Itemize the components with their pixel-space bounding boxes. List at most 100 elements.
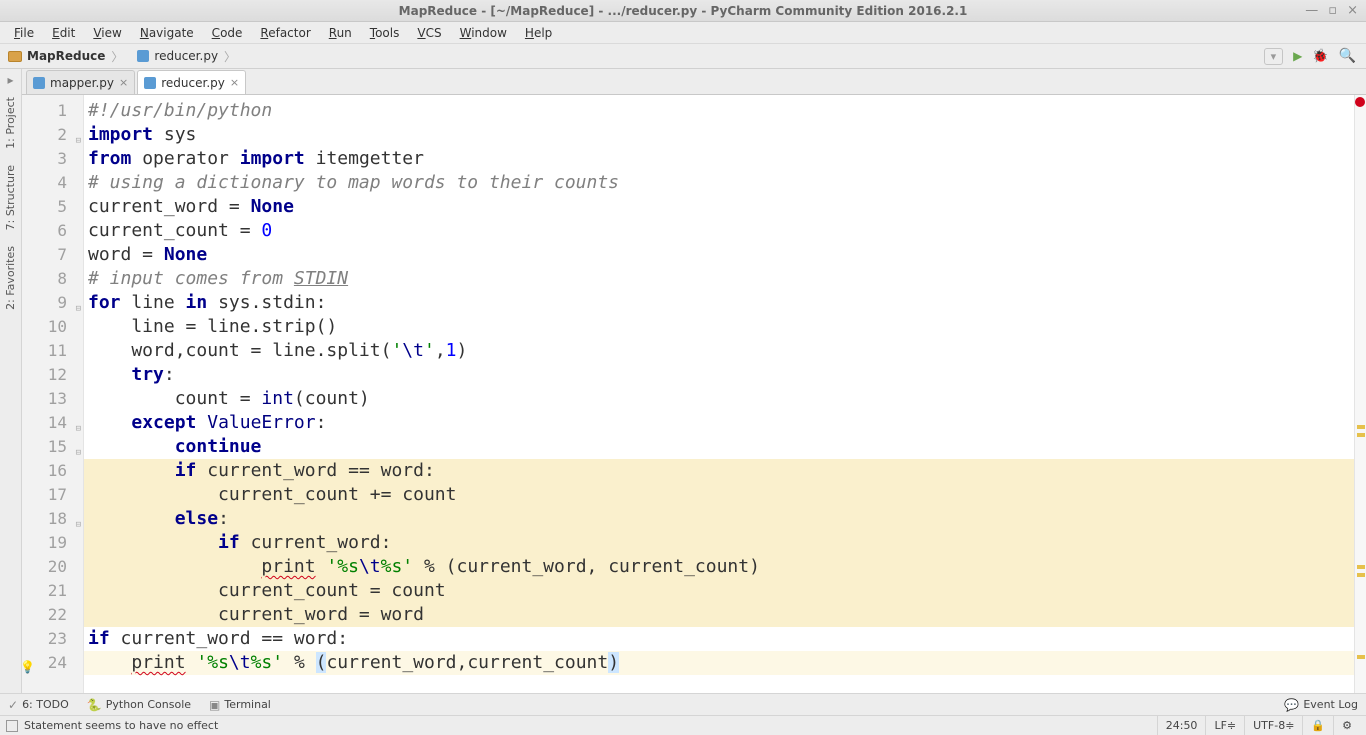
error-stripe[interactable] xyxy=(1354,95,1366,693)
line-number[interactable]: 6 xyxy=(22,219,83,243)
code-line[interactable]: print '%s\t%s' % (current_word,current_c… xyxy=(84,651,1366,675)
line-number[interactable]: 7 xyxy=(22,243,83,267)
warning-marker[interactable] xyxy=(1357,433,1365,437)
code-line[interactable]: current_word = word xyxy=(84,603,1366,627)
code-line[interactable]: word,count = line.split('\t',1) xyxy=(84,339,1366,363)
menu-navigate[interactable]: Navigate xyxy=(132,24,202,42)
line-number[interactable]: 24💡 xyxy=(22,651,83,675)
code-line[interactable]: current_count = 0 xyxy=(84,219,1366,243)
code-line[interactable]: else: xyxy=(84,507,1366,531)
breadcrumb-item[interactable]: reducer.py xyxy=(129,44,242,68)
line-number[interactable]: 3 xyxy=(22,147,83,171)
line-number[interactable]: 11 xyxy=(22,339,83,363)
code-line[interactable]: try: xyxy=(84,363,1366,387)
code-line[interactable]: from operator import itemgetter xyxy=(84,147,1366,171)
line-number[interactable]: 4 xyxy=(22,171,83,195)
settings-icon[interactable]: ⚙ xyxy=(1333,716,1360,735)
editor-tab[interactable]: reducer.py× xyxy=(137,70,246,94)
line-number[interactable]: 20 xyxy=(22,555,83,579)
code-line[interactable]: word = None xyxy=(84,243,1366,267)
run-icon[interactable]: ▶ xyxy=(1293,49,1302,63)
code-line[interactable]: count = int(count) xyxy=(84,387,1366,411)
menu-window[interactable]: Window xyxy=(452,24,515,42)
run-toolbar: ▾ ▶ 🐞 🔍 xyxy=(1264,48,1366,65)
line-number[interactable]: 16 xyxy=(22,459,83,483)
code-line[interactable]: # using a dictionary to map words to the… xyxy=(84,171,1366,195)
editor-tab[interactable]: mapper.py× xyxy=(26,70,135,94)
tool-window-favorites[interactable]: 2: Favorites xyxy=(4,240,17,316)
code-line[interactable]: current_word = None xyxy=(84,195,1366,219)
status-icon[interactable] xyxy=(6,720,18,732)
line-number[interactable]: 18⊟ xyxy=(22,507,83,531)
menu-vcs[interactable]: VCS xyxy=(409,24,449,42)
close-tab-icon[interactable]: × xyxy=(230,76,239,89)
line-number[interactable]: 21 xyxy=(22,579,83,603)
warning-marker[interactable] xyxy=(1357,565,1365,569)
close-tab-icon[interactable]: × xyxy=(119,76,128,89)
tool-todo[interactable]: ✓6: TODO xyxy=(8,698,69,712)
line-number[interactable]: 19 xyxy=(22,531,83,555)
code-line[interactable]: # input comes from STDIN xyxy=(84,267,1366,291)
menu-edit[interactable]: Edit xyxy=(44,24,83,42)
code-line[interactable]: import sys xyxy=(84,123,1366,147)
lock-icon[interactable]: 🔒 xyxy=(1302,716,1333,735)
search-icon[interactable]: 🔍 xyxy=(1339,48,1356,64)
collapse-icon[interactable]: ▸ xyxy=(7,73,13,87)
line-number[interactable]: 14⊟ xyxy=(22,411,83,435)
menu-tools[interactable]: Tools xyxy=(362,24,408,42)
line-number[interactable]: 15⊟ xyxy=(22,435,83,459)
menu-run[interactable]: Run xyxy=(321,24,360,42)
code-line[interactable]: if current_word == word: xyxy=(84,459,1366,483)
run-config-dropdown[interactable]: ▾ xyxy=(1264,48,1284,65)
python-file-icon xyxy=(144,77,156,89)
code-line[interactable]: for line in sys.stdin: xyxy=(84,291,1366,315)
close-icon[interactable]: × xyxy=(1347,3,1358,18)
line-number[interactable]: 10 xyxy=(22,315,83,339)
line-number[interactable]: 5 xyxy=(22,195,83,219)
menu-refactor[interactable]: Refactor xyxy=(252,24,318,42)
warning-marker[interactable] xyxy=(1357,425,1365,429)
breadcrumb-item[interactable]: MapReduce xyxy=(0,44,129,68)
code-line[interactable]: line = line.strip() xyxy=(84,315,1366,339)
status-message: Statement seems to have no effect xyxy=(24,719,218,732)
left-tool-strip: ▸ 1: Project 7: Structure 2: Favorites xyxy=(0,69,22,693)
caret-position[interactable]: 24:50 xyxy=(1157,716,1206,735)
line-separator[interactable]: LF≑ xyxy=(1205,716,1244,735)
tool-pythonconsole[interactable]: 🐍Python Console xyxy=(87,698,191,712)
line-number[interactable]: 8 xyxy=(22,267,83,291)
line-number[interactable]: 23 xyxy=(22,627,83,651)
line-number[interactable]: 13 xyxy=(22,387,83,411)
tool-terminal[interactable]: ▣Terminal xyxy=(209,698,271,712)
code-line[interactable]: if current_word == word: xyxy=(84,627,1366,651)
code-line[interactable]: #!/usr/bin/python xyxy=(84,99,1366,123)
code-line[interactable]: current_count += count xyxy=(84,483,1366,507)
error-marker[interactable] xyxy=(1355,97,1365,107)
tool-window-structure[interactable]: 7: Structure xyxy=(4,159,17,236)
file-encoding[interactable]: UTF-8≑ xyxy=(1244,716,1302,735)
menu-code[interactable]: Code xyxy=(204,24,251,42)
menu-help[interactable]: Help xyxy=(517,24,560,42)
maximize-icon[interactable]: ▫ xyxy=(1328,3,1337,18)
minimize-icon[interactable]: — xyxy=(1305,3,1318,18)
debug-icon[interactable]: 🐞 xyxy=(1312,49,1328,64)
menu-view[interactable]: View xyxy=(85,24,129,42)
window-controls: — ▫ × xyxy=(1305,3,1358,18)
warning-marker[interactable] xyxy=(1357,573,1365,577)
code-line[interactable]: except ValueError: xyxy=(84,411,1366,435)
line-number[interactable]: 12 xyxy=(22,363,83,387)
line-number[interactable]: 2⊟ xyxy=(22,123,83,147)
tool-window-project[interactable]: 1: Project xyxy=(4,91,17,155)
warning-marker[interactable] xyxy=(1357,655,1365,659)
line-number[interactable]: 22 xyxy=(22,603,83,627)
code-area[interactable]: #!/usr/bin/pythonimport sysfrom operator… xyxy=(84,95,1366,693)
code-line[interactable]: continue xyxy=(84,435,1366,459)
code-line[interactable]: current_count = count xyxy=(84,579,1366,603)
code-line[interactable]: print '%s\t%s' % (current_word, current_… xyxy=(84,555,1366,579)
line-number[interactable]: 1 xyxy=(22,99,83,123)
event-log[interactable]: 💬Event Log xyxy=(1284,698,1358,712)
line-number[interactable]: 17 xyxy=(22,483,83,507)
menu-file[interactable]: File xyxy=(6,24,42,42)
code-line[interactable]: if current_word: xyxy=(84,531,1366,555)
intention-bulb-icon[interactable]: 💡 xyxy=(20,655,35,679)
line-number[interactable]: 9⊟ xyxy=(22,291,83,315)
